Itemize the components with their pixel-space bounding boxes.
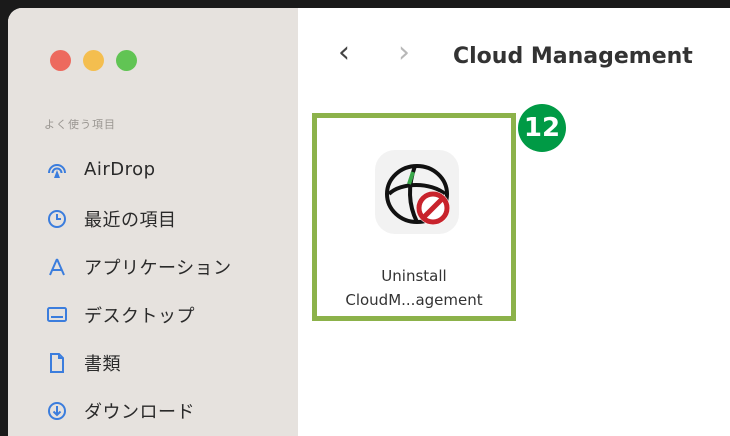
sidebar-item-applications[interactable]: アプリケーション xyxy=(44,252,232,282)
sidebar-item-label: 書類 xyxy=(84,354,121,375)
sidebar-item-documents[interactable]: 書類 xyxy=(44,348,121,378)
sidebar: よく使う項目 AirDrop 最近の項目 アプリケーション デスクトップ 書類 … xyxy=(8,8,298,436)
file-item-uninstall-cloud-management[interactable]: Uninstall CloudM...agement xyxy=(312,113,516,321)
content-area: ‹ › Cloud Management Uninstall CloudM...… xyxy=(298,8,730,436)
sidebar-item-label: 最近の項目 xyxy=(84,210,177,231)
forward-button[interactable]: › xyxy=(398,38,410,68)
step-number-badge: 12 xyxy=(518,104,566,152)
window-title: Cloud Management xyxy=(453,44,693,69)
applications-icon xyxy=(44,254,70,280)
sidebar-item-desktop[interactable]: デスクトップ xyxy=(44,300,195,330)
zoom-button[interactable] xyxy=(116,50,137,71)
document-icon xyxy=(44,350,70,376)
sidebar-item-downloads[interactable]: ダウンロード xyxy=(44,396,195,426)
finder-window: よく使う項目 AirDrop 最近の項目 アプリケーション デスクトップ 書類 … xyxy=(8,8,730,436)
back-button[interactable]: ‹ xyxy=(338,38,350,68)
sidebar-item-label: アプリケーション xyxy=(84,258,232,279)
close-button[interactable] xyxy=(50,50,71,71)
uninstall-app-icon xyxy=(375,150,459,234)
sidebar-item-recents[interactable]: 最近の項目 xyxy=(44,204,177,234)
minimize-button[interactable] xyxy=(83,50,104,71)
window-controls xyxy=(50,50,137,71)
sidebar-item-airdrop[interactable]: AirDrop xyxy=(44,154,156,184)
sidebar-item-label: AirDrop xyxy=(84,158,156,180)
sidebar-item-label: デスクトップ xyxy=(84,306,195,327)
airdrop-icon xyxy=(44,156,70,182)
desktop-icon xyxy=(44,302,70,328)
sidebar-section-title: よく使う項目 xyxy=(44,118,116,131)
file-name-line2: CloudM...agement xyxy=(345,291,483,309)
sidebar-item-label: ダウンロード xyxy=(84,402,195,423)
file-name-line1: Uninstall xyxy=(381,267,447,285)
clock-icon xyxy=(44,206,70,232)
download-icon xyxy=(44,398,70,424)
